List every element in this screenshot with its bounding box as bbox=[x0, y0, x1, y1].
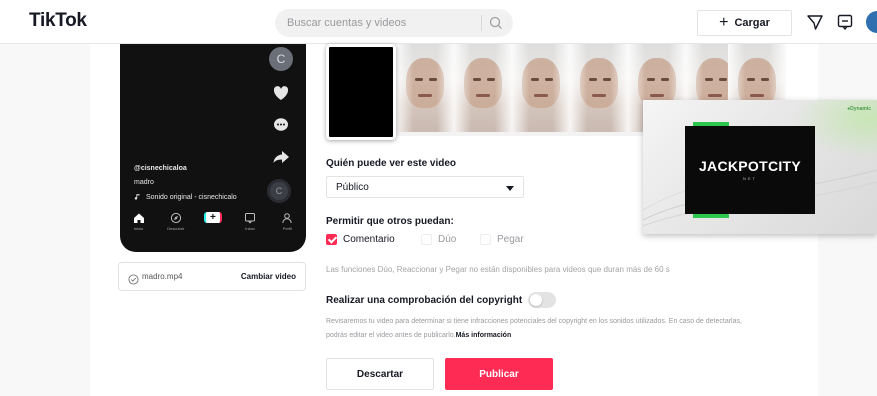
search-input[interactable] bbox=[287, 9, 472, 37]
duet-checkbox[interactable]: Dúo bbox=[421, 234, 456, 245]
thumbnail-frame bbox=[570, 44, 628, 132]
tiktok-logo[interactable]: TikTok bbox=[12, 10, 354, 295]
inbox-icon[interactable] bbox=[836, 13, 854, 31]
change-video-button[interactable]: Cambiar video bbox=[241, 272, 296, 281]
ad-logo-text: JACKPOTCITY bbox=[698, 158, 802, 174]
privacy-select-value: Público bbox=[336, 182, 369, 193]
share-icon bbox=[272, 148, 290, 166]
ad-banner[interactable]: ●Dynamic JACKPOTCITY NET bbox=[643, 100, 877, 234]
home-icon bbox=[133, 213, 144, 223]
copyright-description-line-1: Revisaremos tu video para determinar si … bbox=[326, 318, 742, 325]
ad-logo-subtext: NET bbox=[743, 176, 757, 181]
heart-icon bbox=[272, 84, 290, 102]
upload-button[interactable]: + Cargar bbox=[697, 10, 792, 36]
thumbnail-frame bbox=[454, 44, 512, 132]
preview-nav-home: Inicio bbox=[124, 212, 154, 231]
preview-nav-profile: Perfil bbox=[272, 212, 302, 231]
preview-nav-discover: Descubrir bbox=[161, 212, 191, 231]
privacy-select[interactable]: Público bbox=[326, 176, 524, 198]
messages-send-icon[interactable] bbox=[806, 13, 824, 31]
search-divider bbox=[481, 15, 482, 31]
preview-nav-create: + bbox=[198, 212, 228, 223]
check-circle-icon bbox=[128, 272, 139, 285]
comment-option-label: Comentario bbox=[343, 234, 395, 245]
inbox-small-icon bbox=[245, 213, 256, 224]
file-info: madro.mp4 Cambiar video bbox=[118, 262, 306, 291]
caret-down-icon bbox=[506, 186, 514, 191]
copyright-toggle[interactable] bbox=[528, 292, 556, 308]
checkbox-checked-icon[interactable] bbox=[326, 234, 337, 245]
sound-disc: C bbox=[267, 179, 291, 203]
search-bar bbox=[275, 9, 513, 37]
selected-cover-frame[interactable] bbox=[326, 44, 396, 140]
thumbnail-frame bbox=[512, 44, 570, 132]
plus-icon: + bbox=[719, 14, 729, 31]
preview-username: @cisnechicaloa bbox=[134, 165, 187, 172]
creator-avatar: C bbox=[269, 47, 293, 71]
file-name: madro.mp4 bbox=[142, 272, 183, 281]
who-can-view-label: Quién puede ver este video bbox=[326, 158, 457, 169]
create-plus-icon: + bbox=[203, 212, 222, 223]
post-button[interactable]: Publicar bbox=[445, 358, 553, 390]
person-icon bbox=[282, 213, 293, 224]
video-preview: C @cisnechicaloa madro Sonido original -… bbox=[120, 44, 306, 252]
brand-name: TikTok bbox=[29, 10, 87, 31]
upload-label: Cargar bbox=[734, 17, 770, 29]
top-bar: TikTok + Cargar bbox=[0, 0, 877, 295]
discard-button[interactable]: Descartar bbox=[326, 358, 434, 390]
allow-others-label: Permitir que otros puedan: bbox=[326, 216, 454, 227]
search-icon[interactable] bbox=[488, 15, 504, 31]
options-note: Las funciones Dúo, Reaccionar y Pegar no… bbox=[326, 265, 670, 274]
stitch-option-label: Pegar bbox=[497, 234, 524, 245]
copyright-check-label: Realizar una comprobación del copyright bbox=[326, 295, 523, 306]
copyright-description-line-2: podrás editar el video antes de publicar… bbox=[326, 332, 512, 339]
music-note-icon bbox=[134, 194, 140, 200]
preview-caption: madro bbox=[134, 179, 154, 186]
preview-sound-text: Sonido original - cisnechicalo bbox=[146, 193, 237, 201]
stitch-checkbox[interactable]: Pegar bbox=[480, 234, 524, 245]
checkbox-icon[interactable] bbox=[421, 234, 432, 245]
comment-checkbox[interactable]: Comentario bbox=[326, 234, 395, 245]
duet-option-label: Dúo bbox=[438, 234, 457, 245]
preview-nav-inbox: Inbox bbox=[235, 212, 265, 231]
profile-avatar[interactable] bbox=[866, 11, 877, 33]
comment-icon bbox=[272, 116, 290, 134]
preview-sound: Sonido original - cisnechicalo bbox=[134, 193, 237, 201]
ad-green-bar bbox=[693, 214, 729, 218]
ad-green-bar bbox=[693, 122, 729, 126]
compass-icon bbox=[170, 212, 181, 224]
thumbnail-frame bbox=[396, 44, 454, 132]
ad-tag: ●Dynamic bbox=[847, 106, 871, 112]
checkbox-icon[interactable] bbox=[480, 234, 491, 245]
preview-nav-bar: Inicio Descubrir + Inbox Perfil bbox=[120, 212, 306, 236]
more-info-link[interactable]: Más información bbox=[456, 332, 512, 339]
